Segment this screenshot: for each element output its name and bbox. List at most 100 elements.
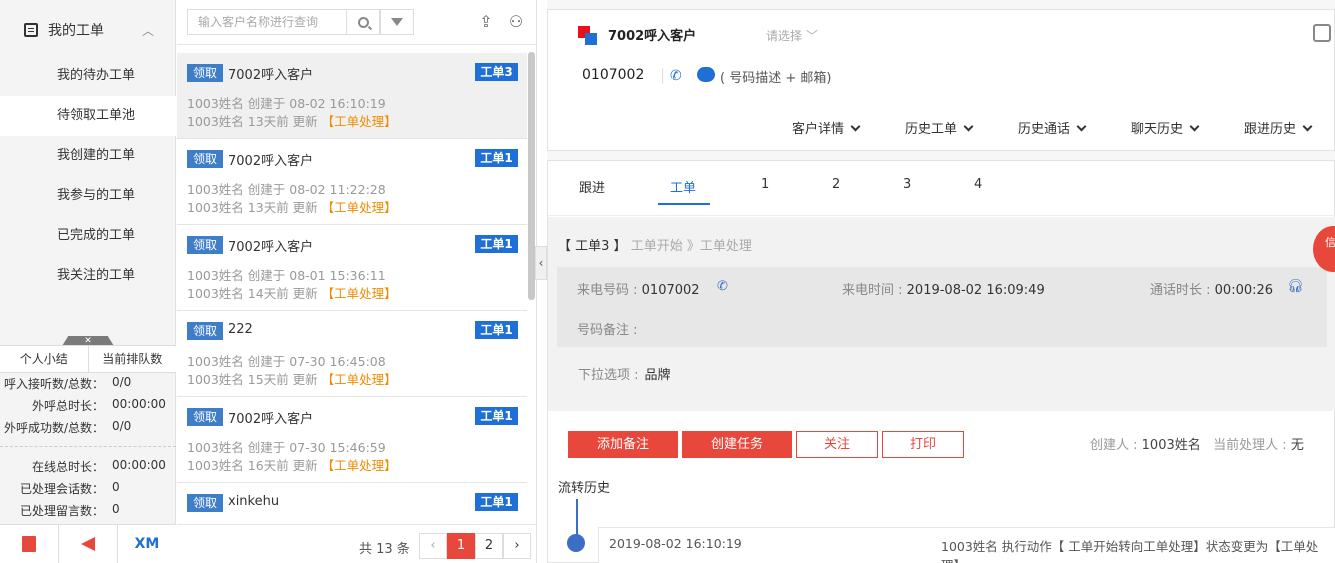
prev-page-button[interactable]: ‹ [419, 533, 447, 559]
ticket-detail: 跟进 工单 1 2 3 4 【 工单3 】 工单开始 》工单处理 来电号码 : … [547, 160, 1335, 563]
call-info: 来电号码 : 0107002 ✆ 来电时间 : 2019-08-02 16:09… [557, 267, 1327, 347]
ticket-card[interactable]: 领取 7002呼入客户 工单1 1003姓名 创建于 08-02 11:22:2… [177, 139, 527, 225]
menu-chat-history[interactable]: 聊天历史 [1131, 118, 1244, 137]
claim-button[interactable]: 领取 [187, 64, 223, 82]
ticket-card[interactable]: 领取 7002呼入客户 工单1 1003姓名 创建于 08-01 15:36:1… [177, 225, 527, 311]
claim-button[interactable]: 领取 [187, 322, 223, 340]
claim-button[interactable]: 领取 [187, 150, 223, 168]
chevron-down-icon [850, 121, 861, 132]
ticket-breadcrumb: 【 工单3 】 工单开始 》工单处理 [558, 239, 752, 254]
creator-info: 创建人 : 1003姓名 当前处理人 : 无 [1090, 438, 1304, 453]
tab-2[interactable]: 2 [832, 177, 840, 192]
call-number: 来电号码 : 0107002 [577, 283, 700, 298]
dropdown-value[interactable]: 品牌 [645, 368, 671, 383]
filter-button[interactable] [380, 9, 414, 35]
edit-icon[interactable] [1313, 24, 1331, 42]
updated-info: 1003姓名 13天前 更新 【工单处理】 [187, 114, 397, 129]
ticket-card[interactable]: 领取 7002呼入客户 工单1 1003姓名 创建于 07-30 15:46:5… [177, 397, 527, 483]
customer-name: xinkehu [228, 494, 280, 509]
ticket-list-panel: 输入客户名称进行查询 ⇪ ⚇ 领取 7002呼入客户 工单3 1003姓名 创建… [177, 0, 537, 563]
created-info: 1003姓名 创建于 08-02 16:10:19 [187, 96, 386, 111]
customer-name: 7002呼入客户 [608, 29, 697, 44]
status-action: 【工单处理】 [321, 458, 397, 473]
stat-row: 已处理会话数： 0 [19, 480, 120, 496]
collapse-list-handle[interactable]: ‹ [535, 246, 547, 280]
tab-ticket[interactable]: 工单 [670, 177, 696, 196]
customer-menus: 客户详情 历史工单 历史通话 聊天历史 跟进历史 [792, 118, 1335, 137]
claim-button[interactable]: 领取 [187, 408, 223, 426]
customer-logo-icon [578, 26, 598, 46]
tab-4[interactable]: 4 [974, 177, 982, 192]
create-task-button[interactable]: 创建任务 [682, 431, 792, 458]
menu-followup-history[interactable]: 跟进历史 [1244, 118, 1335, 137]
updated-info: 1003姓名 14天前 更新 【工单处理】 [187, 286, 397, 301]
customer-name: 7002呼入客户 [228, 154, 314, 169]
sidebar-item-pool[interactable]: 待领取工单池 [0, 96, 176, 136]
created-info: 1003姓名 创建于 07-30 16:45:08 [187, 354, 386, 369]
ticket-card[interactable]: 领取 222 工单1 1003姓名 创建于 07-30 16:45:08 100… [177, 311, 527, 397]
created-info: 1003姓名 创建于 08-02 11:22:28 [187, 182, 386, 197]
tab-followup[interactable]: 跟进 [579, 177, 605, 196]
divider [0, 446, 176, 447]
phone-icon[interactable]: ✆ [670, 68, 682, 84]
flow-history-title: 流转历史 [558, 481, 611, 496]
flow-entry: 2019-08-02 16:10:19 1003姓名 执行动作【 工单开始转向工… [598, 527, 1335, 563]
status-action: 【工单处理】 [321, 114, 397, 129]
phone-icon[interactable]: ✆ [717, 279, 728, 294]
active-tab-underline [658, 203, 710, 205]
sidebar-item-participated[interactable]: 我参与的工单 [0, 176, 176, 216]
sidebar-item-my-todo[interactable]: 我的待办工单 [0, 56, 176, 96]
ticket-tag: 工单1 [475, 235, 518, 253]
page-1-button[interactable]: 1 [447, 533, 475, 559]
search-input[interactable]: 输入客户名称进行查询 [187, 9, 347, 35]
stat-row: 在线总时长： 00:00:00 [31, 458, 166, 474]
chevron-up-icon[interactable]: ︿ [142, 22, 154, 39]
add-note-button[interactable]: 添加备注 [568, 431, 678, 458]
ticket-tabs: 跟进 工单 1 2 3 4 [548, 161, 1335, 216]
stat-row: 外呼总时长： 00:00:00 [31, 397, 166, 413]
menu-history-calls[interactable]: 历史通话 [1018, 118, 1131, 137]
total-count: 共 13 条 [359, 542, 410, 557]
announcement-button[interactable] [59, 525, 118, 563]
customer-name: 7002呼入客户 [228, 412, 314, 427]
next-page-button[interactable]: › [503, 533, 531, 559]
updated-info: 1003姓名 13天前 更新 【工单处理】 [187, 200, 397, 215]
chevron-down-icon [1076, 121, 1087, 132]
menu-history-tickets[interactable]: 历史工单 [905, 118, 1018, 137]
call-time: 来电时间 : 2019-08-02 16:09:49 [842, 283, 1045, 298]
org-tree-icon[interactable]: ⚇ [507, 14, 525, 30]
knowledge-button[interactable] [0, 525, 59, 563]
headphone-icon[interactable]: 🎧︎ [1287, 279, 1304, 294]
claim-button[interactable]: 领取 [187, 494, 223, 512]
call-duration: 通话时长 : 00:00:26 [1150, 283, 1274, 298]
tab-1[interactable]: 1 [761, 177, 769, 192]
ticket-tag: 工单3 [475, 63, 518, 81]
sidebar-header[interactable]: 我的工单 ︿ [0, 10, 176, 50]
dropdown-field: 下拉选项 : 品牌 [578, 368, 671, 383]
export-icon[interactable]: ⇪ [477, 14, 495, 30]
tab-3[interactable]: 3 [903, 177, 911, 192]
created-info: 1003姓名 创建于 08-01 15:36:11 [187, 268, 386, 283]
page-2-button[interactable]: 2 [475, 533, 503, 559]
xm-button[interactable]: XM [118, 525, 176, 563]
tab-queue-count[interactable]: 当前排队数 [89, 346, 177, 372]
ticket-tag: 工单1 [475, 149, 518, 167]
customer-name: 7002呼入客户 [228, 68, 314, 83]
list-scrollbar[interactable] [528, 52, 535, 300]
tab-personal-summary[interactable]: 个人小结 [0, 346, 89, 372]
search-button[interactable] [346, 9, 380, 35]
customer-type-select[interactable]: 请选择 ﹀ [766, 27, 818, 44]
status-action: 【工单处理】 [321, 286, 397, 301]
sidebar-title: 我的工单 [48, 23, 104, 39]
ticket-card[interactable]: 领取 xinkehu 工单1 [177, 483, 527, 524]
chat-icon[interactable] [697, 67, 715, 82]
stat-row: 呼入接听数/总数： 0/0 [3, 375, 132, 391]
sidebar-item-followed[interactable]: 我关注的工单 [0, 256, 176, 296]
sidebar-item-completed[interactable]: 已完成的工单 [0, 216, 176, 256]
sidebar-item-created[interactable]: 我创建的工单 [0, 136, 176, 176]
menu-customer-detail[interactable]: 客户详情 [792, 118, 905, 137]
follow-button[interactable]: 关注 [796, 431, 878, 458]
ticket-card[interactable]: 领取 7002呼入客户 工单3 1003姓名 创建于 08-02 16:10:1… [177, 53, 527, 139]
claim-button[interactable]: 领取 [187, 236, 223, 254]
print-button[interactable]: 打印 [882, 431, 964, 458]
